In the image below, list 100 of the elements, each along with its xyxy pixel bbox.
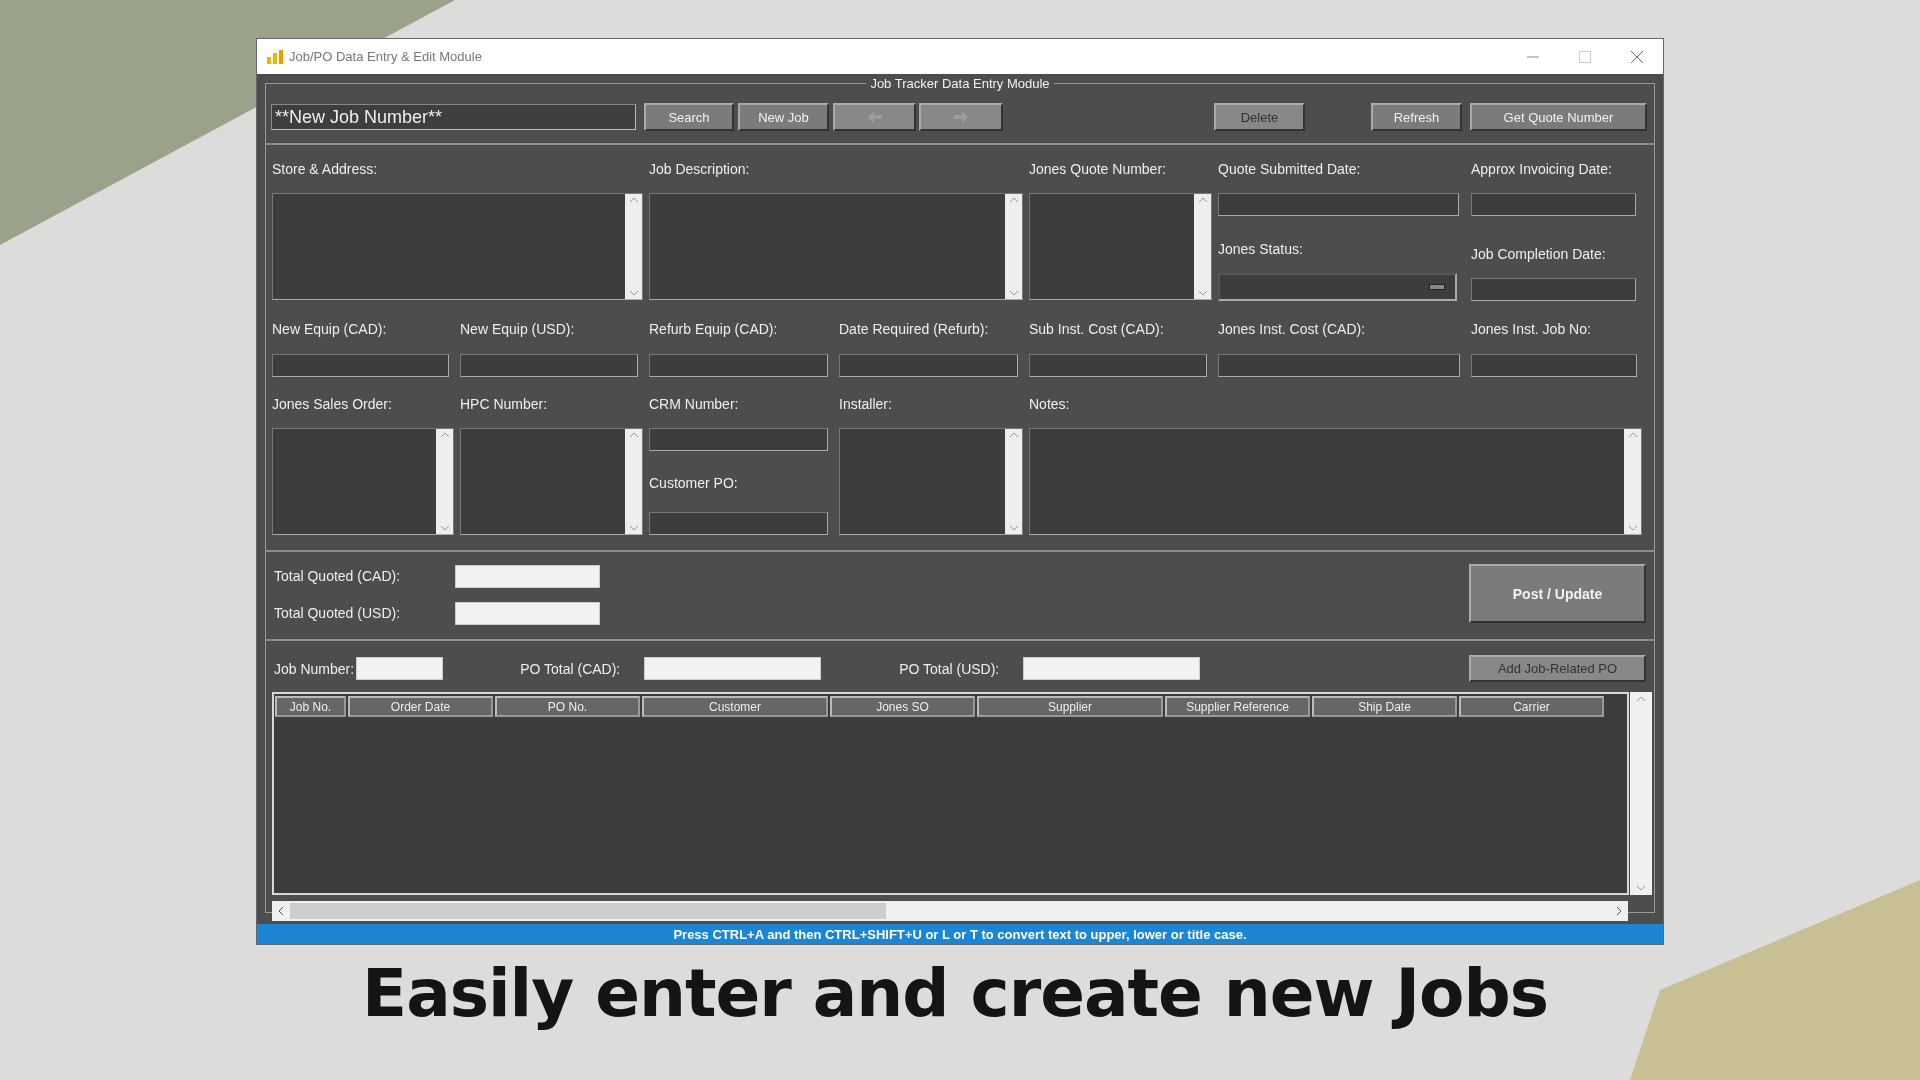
scrollbar[interactable] xyxy=(1005,194,1022,299)
dropdown-handle-icon[interactable] xyxy=(1429,284,1445,290)
input-field[interactable] xyxy=(644,657,822,680)
scroll-down-icon[interactable] xyxy=(1627,525,1638,531)
scrollbar[interactable] xyxy=(1624,429,1641,534)
close-icon[interactable] xyxy=(1631,50,1643,63)
scroll-down-icon[interactable] xyxy=(628,290,639,296)
scroll-down-icon[interactable] xyxy=(439,525,450,531)
scrollbar[interactable] xyxy=(272,901,1628,921)
input-field[interactable] xyxy=(649,512,828,535)
field-label: Jones Sales Order: xyxy=(272,395,393,414)
scroll-left-icon[interactable] xyxy=(278,906,284,916)
field-label: Job Number: xyxy=(274,659,355,679)
column-header[interactable]: Customer xyxy=(642,696,828,717)
field-label: PO Total (CAD): xyxy=(520,659,622,679)
input-field[interactable] xyxy=(649,428,828,451)
input-field[interactable] xyxy=(1218,193,1459,216)
maximize-icon[interactable] xyxy=(1579,50,1591,63)
scroll-down-icon[interactable] xyxy=(1197,290,1208,296)
button[interactable]: New Job xyxy=(738,103,829,131)
scrollbar[interactable] xyxy=(1194,194,1211,299)
input-field[interactable] xyxy=(1471,193,1636,216)
field-label: Jones Inst. Cost (CAD): xyxy=(1218,320,1367,339)
button[interactable]: Refresh xyxy=(1371,103,1462,131)
scrollbar[interactable] xyxy=(1630,692,1652,895)
job-number-field[interactable]: **New Job Number** xyxy=(271,104,636,130)
input-field[interactable] xyxy=(1471,278,1636,301)
input-field[interactable] xyxy=(839,354,1018,377)
bar-chart-icon xyxy=(267,49,283,64)
scroll-up-icon[interactable] xyxy=(439,432,450,438)
scroll-right-icon[interactable] xyxy=(1616,906,1622,916)
field-label: Jones Quote Number: xyxy=(1029,160,1167,179)
field-label: Sub Inst. Cost (CAD): xyxy=(1029,320,1165,339)
column-header[interactable]: Supplier Reference xyxy=(1165,696,1310,717)
caption-text: Easily enter and create new Jobs xyxy=(362,955,1548,1032)
text-area[interactable] xyxy=(460,428,643,535)
field-label: Job Description: xyxy=(649,160,751,179)
field-label: Total Quoted (CAD): xyxy=(274,567,402,586)
field-label: Store & Address: xyxy=(272,160,379,179)
text-area[interactable] xyxy=(1029,193,1212,300)
input-field[interactable] xyxy=(1029,354,1207,377)
text-area[interactable] xyxy=(272,193,643,300)
text-area[interactable] xyxy=(1029,428,1642,535)
column-header[interactable]: Ship Date xyxy=(1312,696,1457,717)
column-header[interactable]: Jones SO xyxy=(830,696,975,717)
column-header[interactable]: Carrier xyxy=(1459,696,1604,717)
text-area[interactable] xyxy=(272,428,454,535)
status-bar: Press CTRL+A and then CTRL+SHIFT+U or L or T to convert text to upper, lower or title case. xyxy=(257,924,1663,944)
field-label: Jones Inst. Job No: xyxy=(1471,320,1592,339)
scroll-up-icon[interactable] xyxy=(1627,432,1638,438)
column-header[interactable]: Order Date xyxy=(348,696,493,717)
field-label: Refurb Equip (CAD): xyxy=(649,320,779,339)
field-label: Total Quoted (USD): xyxy=(274,604,402,623)
field-label: Quote Submitted Date: xyxy=(1218,160,1362,179)
field-label: HPC Number: xyxy=(460,395,549,414)
input-field[interactable] xyxy=(455,564,600,588)
field-label: Customer PO: xyxy=(649,474,739,493)
scroll-up-icon[interactable] xyxy=(628,432,639,438)
scroll-up-icon[interactable] xyxy=(1197,197,1208,203)
input-field[interactable] xyxy=(460,354,638,377)
field-label: PO Total (USD): xyxy=(899,659,1001,679)
input-field[interactable] xyxy=(455,601,600,625)
group-title: Job Tracker Data Entry Module xyxy=(869,76,1051,91)
scrollbar[interactable] xyxy=(625,194,642,299)
scroll-down-icon[interactable] xyxy=(1008,290,1019,296)
scroll-up-icon[interactable] xyxy=(628,197,639,203)
dropdown-field[interactable] xyxy=(1218,273,1457,301)
field-label: Date Required (Refurb): xyxy=(839,320,990,339)
text-area[interactable] xyxy=(839,428,1023,535)
button[interactable]: Get Quote Number xyxy=(1470,103,1647,131)
input-field[interactable] xyxy=(272,354,449,377)
field-label: Installer: xyxy=(839,395,893,414)
field-label: Jones Status: xyxy=(1218,240,1304,259)
scrollbar[interactable] xyxy=(1005,429,1022,534)
field-label: Approx Invoicing Date: xyxy=(1471,160,1613,179)
field-label: Notes: xyxy=(1029,395,1071,414)
scroll-down-icon[interactable] xyxy=(1008,525,1019,531)
scroll-up-icon[interactable] xyxy=(1008,197,1019,203)
window-title: Job/PO Data Entry & Edit Module xyxy=(289,49,482,64)
post-update-button[interactable]: Post / Update xyxy=(1469,564,1646,623)
field-label: Job Completion Date: xyxy=(1471,245,1607,264)
scrollbar[interactable] xyxy=(436,429,453,534)
scroll-up-icon[interactable] xyxy=(1008,432,1019,438)
text-area[interactable] xyxy=(649,193,1023,300)
field-label: New Equip (USD): xyxy=(460,320,576,339)
input-field[interactable] xyxy=(649,354,828,377)
column-header[interactable]: Job No. xyxy=(275,696,346,717)
field-label: New Equip (CAD): xyxy=(272,320,388,339)
scroll-down-icon[interactable] xyxy=(628,525,639,531)
column-header[interactable]: Supplier xyxy=(977,696,1163,717)
scrollbar[interactable] xyxy=(625,429,642,534)
scroll-down-icon[interactable] xyxy=(1636,885,1646,891)
input-field[interactable] xyxy=(1023,657,1201,680)
column-header[interactable]: PO No. xyxy=(495,696,640,717)
field-label: CRM Number: xyxy=(649,395,740,414)
scroll-up-icon[interactable] xyxy=(1636,696,1646,702)
input-field[interactable] xyxy=(356,657,444,680)
input-field[interactable] xyxy=(1471,354,1637,377)
input-field[interactable] xyxy=(1218,354,1460,377)
button[interactable]: Search xyxy=(644,103,734,131)
